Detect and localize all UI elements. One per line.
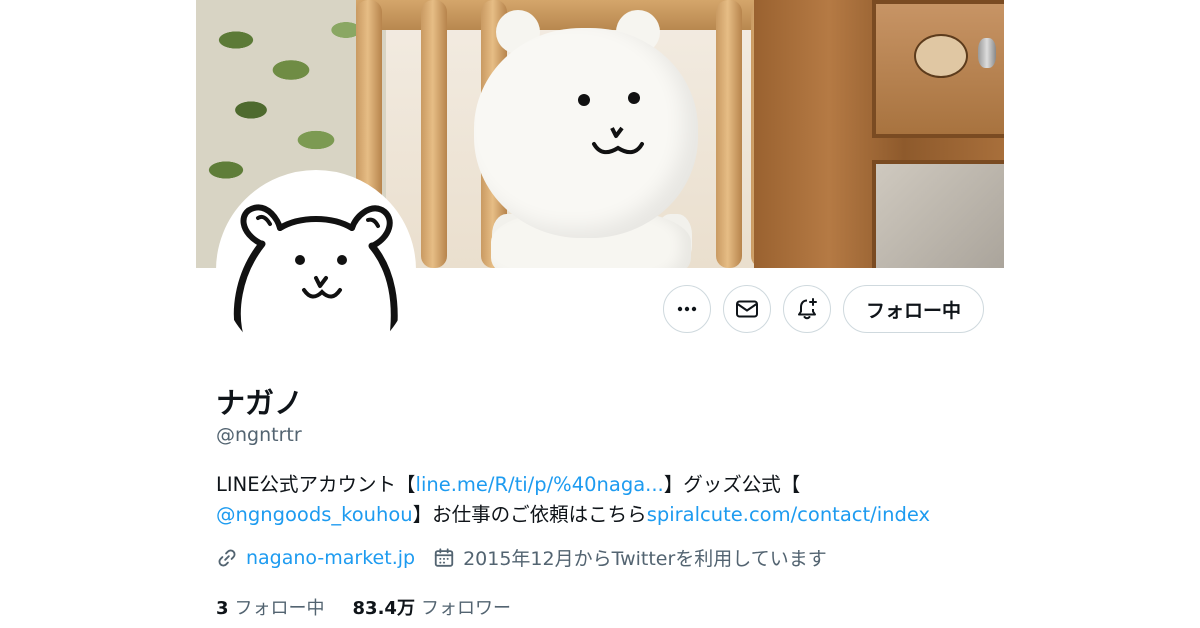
bio-text: LINE公式アカウント【 [216, 473, 416, 496]
profile-meta: nagano-market.jp 2015年12月からTwitterを利用してい… [216, 544, 845, 571]
followers-stat[interactable]: 83.4万 フォロワー [353, 594, 511, 620]
followers-count: 83.4万 [352, 598, 415, 619]
bell-plus-icon [797, 298, 817, 320]
mail-icon [735, 300, 758, 318]
link-icon [218, 549, 236, 566]
bio-text: 】グッズ公式【 [663, 473, 801, 496]
profile-actions: フォロー中 [662, 285, 984, 333]
notifications-button[interactable] [782, 285, 831, 333]
more-button[interactable] [662, 285, 711, 333]
banner-chair-post [421, 0, 447, 268]
banner-cabinet-glass [872, 160, 1004, 268]
plush-eye [628, 92, 640, 104]
bio-text: 】お仕事のご依頼はこちら [412, 503, 647, 526]
calendar-icon [434, 547, 454, 567]
profile-bio: LINE公式アカウント【line.me/R/ti/p/%40naga...】グッ… [216, 470, 986, 530]
bio-mention-link[interactable]: @ngngoods_kouhou [216, 503, 413, 526]
following-label: フォロー中 [234, 598, 325, 619]
banner-chair-rail [356, 0, 776, 30]
followers-label: フォロワー [420, 598, 511, 619]
website-item: nagano-market.jp [216, 547, 415, 569]
profile-avatar[interactable] [216, 170, 416, 370]
banner-cabinet [754, 0, 1004, 268]
following-button[interactable]: フォロー中 [842, 285, 984, 333]
message-button[interactable] [722, 285, 771, 333]
plush-mouth [592, 126, 644, 155]
following-stat[interactable]: 3 フォロー中 [216, 594, 325, 620]
more-icon [677, 306, 697, 312]
website-link[interactable]: nagano-market.jp [246, 547, 415, 569]
plush-eye [578, 94, 590, 106]
display-name: ナガノ [216, 386, 304, 420]
bear-avatar-icon [233, 204, 398, 348]
profile-card: フォロー中 ナガノ @ngntrtr LINE公式アカウント【line.me/R… [196, 0, 1004, 628]
banner-drawer-knob [978, 38, 996, 68]
joined-item: 2015年12月からTwitterを利用しています [433, 544, 827, 571]
plush-head [474, 28, 698, 238]
user-handle: @ngntrtr [216, 424, 302, 446]
banner-drawer-label [914, 34, 968, 78]
bio-contact-link[interactable]: spiralcute.com/contact/index [647, 503, 930, 526]
joined-date: 2015年12月からTwitterを利用しています [463, 548, 827, 570]
bio-line-link[interactable]: line.me/R/ti/p/%40naga... [416, 473, 664, 496]
following-count: 3 [216, 598, 229, 619]
profile-stats: 3 フォロー中 83.4万 フォロワー [216, 594, 539, 620]
banner-chair-post [716, 0, 742, 268]
